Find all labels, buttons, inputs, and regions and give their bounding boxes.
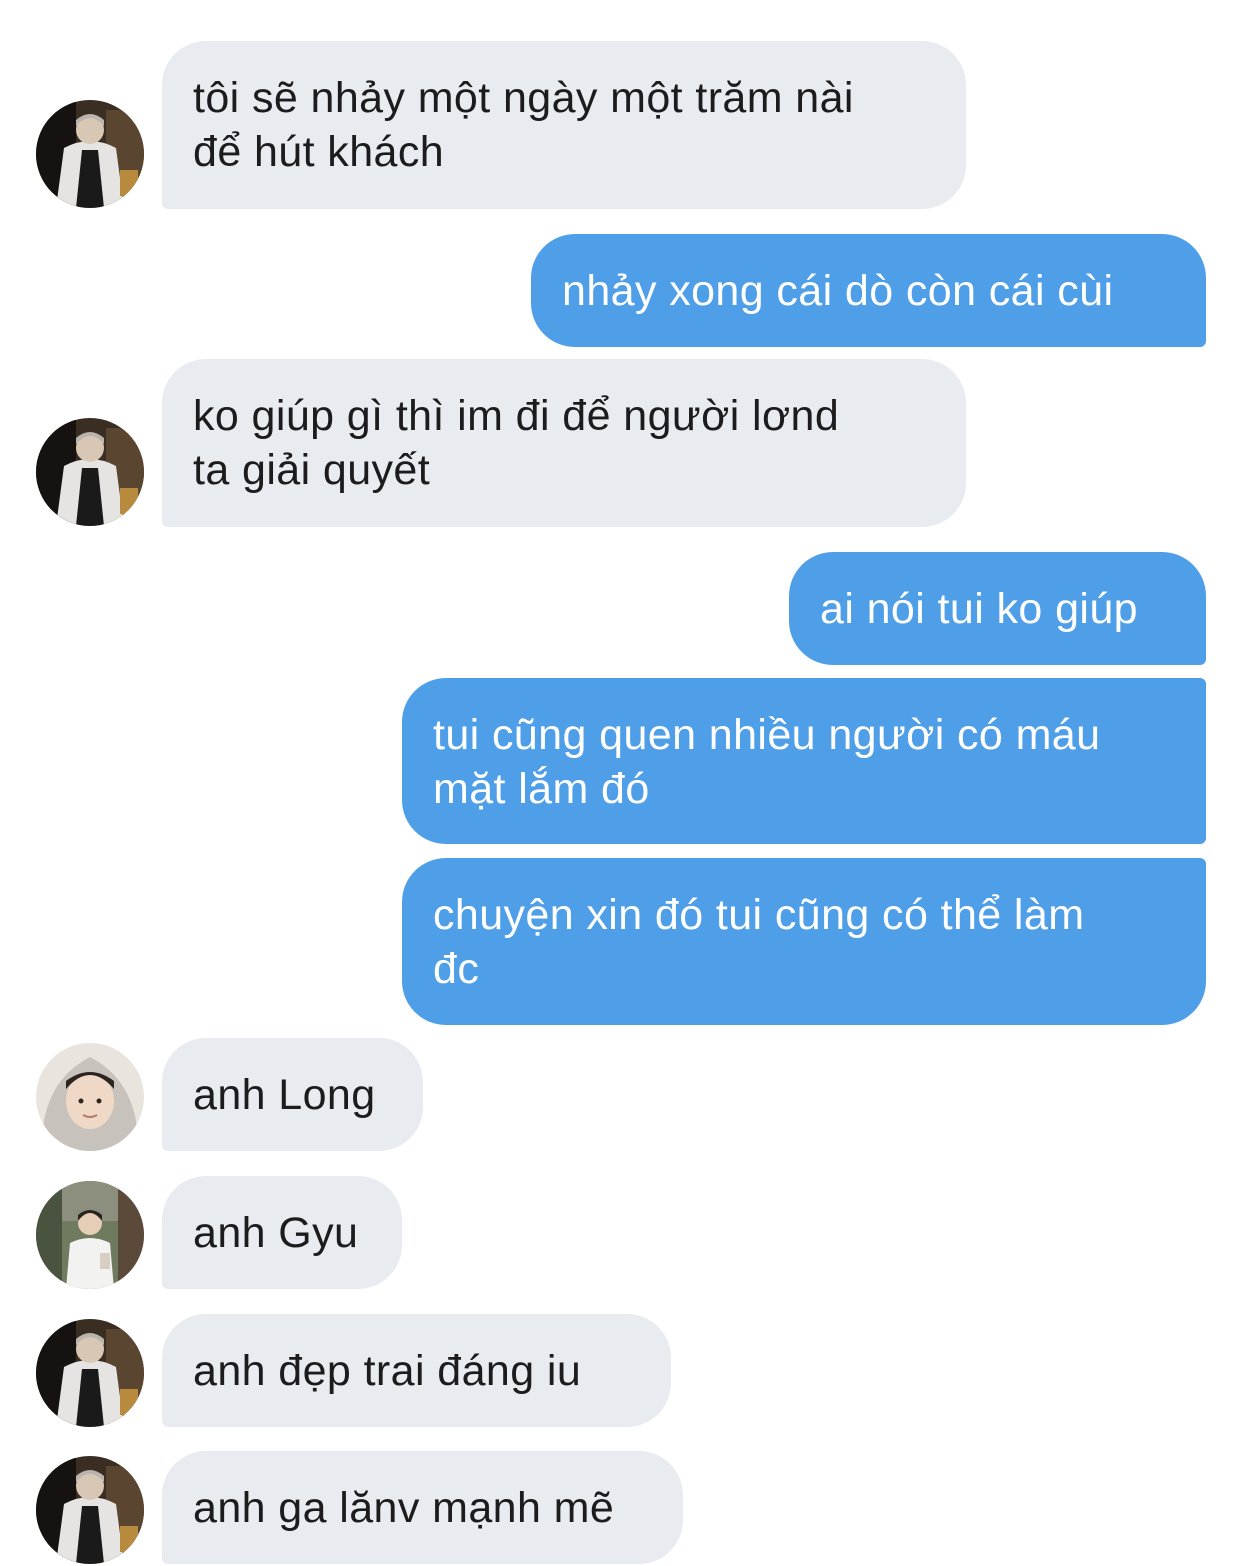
outgoing-message-bubble[interactable]: chuyện xin đó tui cũng có thể làm đc: [402, 858, 1206, 1025]
incoming-message-bubble[interactable]: ko giúp gì thì im đi để người lơnd ta gi…: [162, 359, 966, 527]
sender-avatar[interactable]: [36, 418, 144, 526]
avatar-dark-jacket-icon: [36, 1319, 144, 1427]
incoming-message-bubble[interactable]: tôi sẽ nhảy một ngày một trăm nài để hút…: [162, 41, 966, 209]
avatar-dark-jacket-icon: [36, 100, 144, 208]
incoming-message-bubble[interactable]: anh đẹp trai đáng iu: [162, 1314, 671, 1427]
sender-avatar[interactable]: [36, 1043, 144, 1151]
outgoing-message-bubble[interactable]: nhảy xong cái dò còn cái cùi: [531, 234, 1206, 347]
outgoing-message-bubble[interactable]: ai nói tui ko giúp: [789, 552, 1206, 665]
avatar-dark-jacket-icon: [36, 418, 144, 526]
incoming-message-bubble[interactable]: anh ga lănv mạnh mẽ: [162, 1451, 683, 1564]
sender-avatar[interactable]: [36, 100, 144, 208]
incoming-message-bubble[interactable]: anh Long: [162, 1038, 423, 1151]
sender-avatar[interactable]: [36, 1456, 144, 1564]
avatar-dark-jacket-icon: [36, 1456, 144, 1564]
avatar-hoodie-icon: [36, 1043, 144, 1151]
outgoing-message-bubble[interactable]: tui cũng quen nhiều người có máu mặt lắm…: [402, 678, 1206, 844]
sender-avatar[interactable]: [36, 1319, 144, 1427]
avatar-white-shirt-icon: [36, 1181, 144, 1289]
sender-avatar[interactable]: [36, 1181, 144, 1289]
incoming-message-bubble[interactable]: anh Gyu: [162, 1176, 402, 1289]
